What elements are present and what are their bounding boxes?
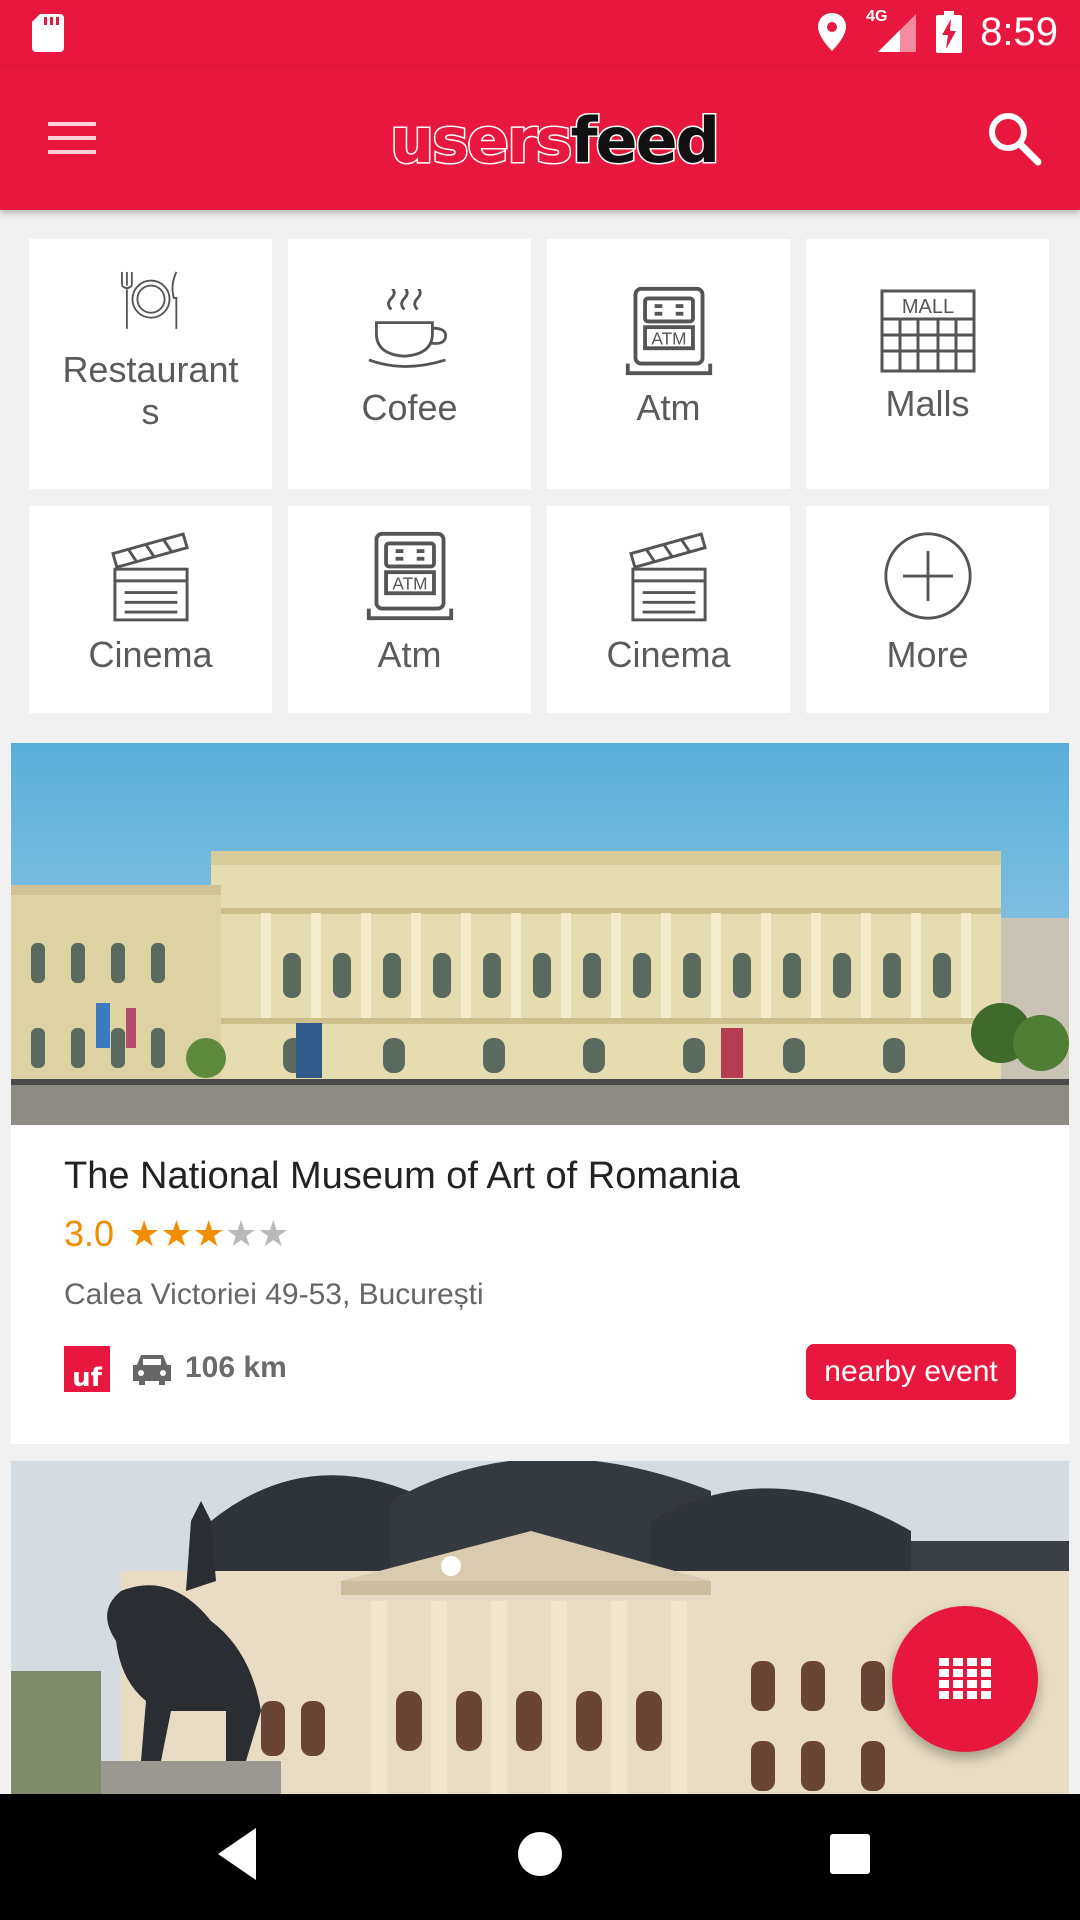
rating-value: 3.0 [64,1213,115,1254]
back-icon[interactable] [212,1824,260,1884]
cinema-icon [110,532,189,622]
category-label: Restaurant s [62,349,239,432]
home-icon[interactable] [510,1824,570,1884]
atm-icon-text: ATM [651,328,686,348]
signal-icon: 4G [864,8,918,54]
category-atm[interactable]: ATM Atm [288,506,531,713]
place-photo [11,1461,1069,1794]
usersfeed-badge-icon: uf [64,1346,110,1392]
category-cinema[interactable]: Cinema [547,506,790,713]
category-label: More [886,634,969,675]
location-icon [818,13,847,51]
place-address: Calea Victoriei 49-53, București [64,1278,484,1311]
category-label: Malls [885,383,970,424]
category-malls[interactable]: MALL Malls [806,239,1049,489]
logo-part-feed: feed [569,104,721,177]
category-label: Cofee [361,387,458,428]
category-more[interactable]: More [806,506,1049,713]
place-title[interactable]: The National Museum of Art of Romania [64,1155,740,1198]
atm-icon: ATM [366,531,453,621]
distance: 106 km [185,1351,287,1384]
category-label: Cinema [606,634,731,675]
category-label: Cinema [88,634,213,675]
grid-icon [939,1658,991,1699]
category-atm[interactable]: ATM Atm [547,239,790,489]
clock: 8:59 [980,9,1058,54]
app-logo: usersfeed [389,104,722,177]
search-icon[interactable] [984,108,1044,168]
star-icon: ★ [192,1213,225,1254]
place-card[interactable] [11,1461,1069,1794]
category-coffee[interactable]: Cofee [288,239,531,489]
status-bar: 4G 8:59 [0,0,1080,66]
plus-circle-icon [883,532,972,620]
place-photo [11,743,1069,1125]
restaurant-icon [120,271,177,329]
coffee-icon [367,289,447,368]
battery-charging-icon [936,11,963,53]
recents-icon[interactable] [820,1824,880,1884]
mall-icon-text: MALL [901,296,953,318]
star-empty-icon: ★ [257,1213,290,1254]
system-nav-bar [0,1794,1080,1920]
app-bar: usersfeed [0,66,1080,210]
category-label: Atm [377,634,442,675]
cinema-icon [628,532,707,622]
rating-stars: ★★★★★ [128,1213,289,1255]
place-card[interactable]: The National Museum of Art of Romania 3.… [11,743,1069,1444]
mall-icon: MALL [880,289,975,373]
grid-menu-button[interactable] [892,1606,1038,1752]
star-empty-icon: ★ [224,1213,258,1254]
nearby-event-badge[interactable]: nearby event [806,1344,1016,1400]
star-icon: ★ [160,1213,193,1254]
category-cinema[interactable]: Cinema [29,506,272,713]
menu-icon[interactable] [44,114,100,162]
sd-card-icon [32,14,64,52]
uf-badge-text: uf [72,1363,103,1392]
logo-part-users: users [389,104,575,177]
atm-icon: ATM [625,286,712,376]
star-icon: ★ [128,1213,161,1254]
category-restaurants[interactable]: Restaurant s [29,239,272,489]
rating: 3.0 ★★★★★ [64,1213,289,1255]
car-icon [133,1355,171,1385]
atm-icon-text: ATM [392,573,427,593]
category-label: Atm [636,387,701,428]
